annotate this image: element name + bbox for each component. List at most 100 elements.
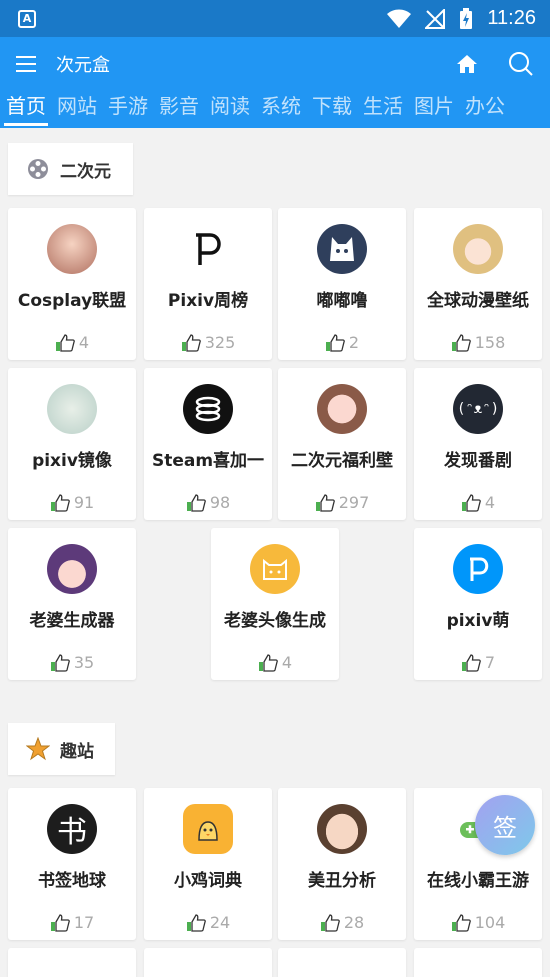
section-header-anime: 二次元 [8, 143, 133, 195]
site-card[interactable] [144, 948, 272, 977]
site-card[interactable]: 小鸡词典 24 [144, 788, 272, 940]
like-count[interactable]: 17 [50, 913, 94, 932]
app-title: 次元盒 [56, 55, 110, 76]
like-count-value: 2 [348, 333, 360, 352]
site-card[interactable] [8, 948, 136, 977]
site-name: 嘟嘟噜 [316, 291, 368, 311]
home-icon[interactable] [456, 54, 478, 74]
app-notification-icon: A [18, 9, 36, 28]
like-count[interactable]: 91 [50, 493, 94, 512]
category-tabs: 首页 网站 手游 影音 阅读 系统 下载 生活 图片 办公 [0, 91, 550, 128]
like-count[interactable]: 4 [258, 653, 292, 672]
thumbs-up-icon [50, 653, 70, 672]
site-card[interactable]: pixiv萌 7 [414, 528, 542, 680]
tab-home[interactable]: 首页 [4, 91, 48, 128]
site-card[interactable] [278, 948, 406, 977]
tab-office[interactable]: 办公 [465, 91, 505, 128]
site-card[interactable]: Steam喜加一 98 [144, 368, 272, 520]
like-count[interactable]: 4 [55, 333, 89, 352]
site-card[interactable]: 老婆生成器 35 [8, 528, 136, 680]
like-count-value: 28 [343, 913, 365, 932]
thumbs-up-icon [320, 913, 340, 932]
cat-face-icon [250, 544, 300, 594]
face-analysis-icon [317, 804, 367, 854]
tab-mobile-games[interactable]: 手游 [108, 91, 148, 128]
like-count[interactable]: 28 [320, 913, 364, 932]
tab-download[interactable]: 下载 [312, 91, 352, 128]
section-title: 趣站 [60, 741, 94, 762]
thumbs-up-icon [186, 493, 206, 512]
like-count[interactable]: 158 [451, 333, 505, 352]
like-count-value: 325 [204, 333, 236, 352]
like-count[interactable]: 2 [325, 333, 359, 352]
like-count[interactable]: 7 [461, 653, 495, 672]
like-count-value: 17 [73, 913, 95, 932]
section-header-fun-sites: 趣站 [8, 723, 115, 775]
site-name: 二次元福利壁 [291, 451, 393, 471]
like-count-value: 7 [484, 653, 496, 672]
site-card[interactable] [414, 948, 542, 977]
like-count-value: 104 [474, 913, 506, 932]
site-card[interactable]: pixiv镜像 91 [8, 368, 136, 520]
pixiv-p-logo-icon [453, 544, 503, 594]
site-name: pixiv萌 [446, 611, 510, 631]
tab-media[interactable]: 影音 [159, 91, 199, 128]
like-count[interactable]: 98 [186, 493, 230, 512]
thumbs-up-icon [451, 913, 471, 932]
thumbs-up-icon [461, 653, 481, 672]
site-name: Steam喜加一 [151, 451, 265, 471]
thumbs-up-icon [55, 333, 75, 352]
like-count[interactable]: 4 [461, 493, 495, 512]
like-count[interactable]: 24 [186, 913, 230, 932]
tab-system[interactable]: 系统 [261, 91, 301, 128]
site-name: 书签地球 [38, 871, 106, 891]
kaomoji-face-icon: (ᵔᴥᵔ) [453, 384, 503, 434]
site-card[interactable]: 书 书签地球 17 [8, 788, 136, 940]
tab-images[interactable]: 图片 [414, 91, 454, 128]
no-signal-icon [425, 8, 446, 29]
book-char-icon: 书 [47, 804, 97, 854]
thumbs-up-icon [50, 493, 70, 512]
pixiv-mirror-icon [47, 384, 97, 434]
wifi-icon [387, 9, 412, 28]
tab-websites[interactable]: 网站 [57, 91, 97, 128]
site-name: 老婆头像生成 [224, 611, 326, 631]
sign-in-button[interactable]: 签 [475, 795, 535, 855]
site-card[interactable]: Pixiv周榜 325 [144, 208, 272, 360]
cat-mascot-icon [317, 224, 367, 274]
site-card[interactable]: Cosplay联盟 4 [8, 208, 136, 360]
site-name: Pixiv周榜 [167, 291, 249, 311]
like-count-value: 4 [281, 653, 293, 672]
like-count-value: 35 [73, 653, 95, 672]
site-card[interactable]: 全球动漫壁纸 158 [414, 208, 542, 360]
anime-girl-icon [47, 544, 97, 594]
like-count[interactable]: 104 [451, 913, 506, 932]
site-card[interactable]: 老婆头像生成 4 [211, 528, 339, 680]
tab-reading[interactable]: 阅读 [210, 91, 250, 128]
search-icon[interactable] [508, 51, 534, 77]
thumbs-up-icon [451, 333, 471, 352]
star-icon [26, 737, 50, 761]
steam-stack-icon [183, 384, 233, 434]
site-card[interactable]: (ᵔᴥᵔ) 发现番剧 4 [414, 368, 542, 520]
like-count[interactable]: 325 [181, 333, 236, 352]
like-count[interactable]: 35 [50, 653, 94, 672]
thumbs-up-icon [50, 913, 70, 932]
pixiv-p-logo-icon [183, 224, 233, 274]
chick-icon [183, 804, 233, 854]
site-name: pixiv镜像 [32, 451, 112, 471]
menu-icon[interactable] [16, 56, 38, 72]
like-count[interactable]: 297 [315, 493, 370, 512]
site-name: 老婆生成器 [29, 611, 115, 631]
section-grid-fun-sites: 书 书签地球 17 小鸡词典 24 美丑分析 28 在线小霸王游 104 [0, 788, 550, 977]
thumbs-up-icon [315, 493, 335, 512]
anime-girl-icon [317, 384, 367, 434]
thumbs-up-icon [258, 653, 278, 672]
site-name: Cosplay联盟 [17, 291, 127, 311]
section-title: 二次元 [60, 161, 111, 182]
like-count-value: 297 [338, 493, 370, 512]
site-card[interactable]: 嘟嘟噜 2 [278, 208, 406, 360]
site-card[interactable]: 二次元福利壁 297 [278, 368, 406, 520]
tab-life[interactable]: 生活 [363, 91, 403, 128]
site-card[interactable]: 美丑分析 28 [278, 788, 406, 940]
